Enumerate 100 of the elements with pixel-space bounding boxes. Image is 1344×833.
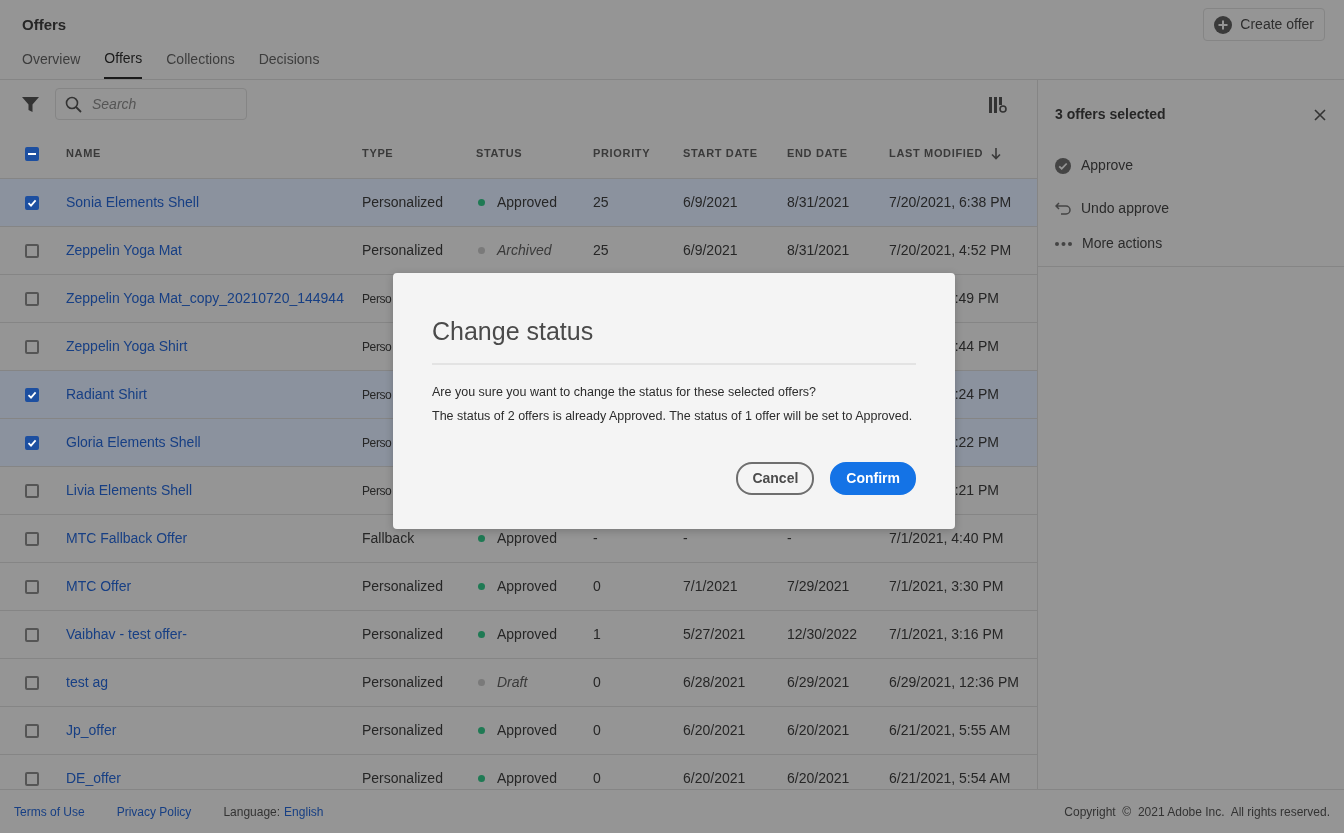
footer-link[interactable]: Privacy Policy: [116, 802, 192, 821]
table-cell: 25: [593, 242, 609, 258]
table-cell: -: [787, 530, 792, 546]
table-cell: 6/20/2021: [683, 770, 746, 786]
table-cell: 6/9/2021: [683, 194, 738, 210]
offer-name-link[interactable]: Zeppelin Yoga Mat_copy_20210720_144944: [66, 290, 344, 306]
table-cell: 7/20/2021, 6:38 PM: [889, 194, 1012, 210]
selection-count: 3 offers selected: [1055, 105, 1166, 124]
action-button[interactable]: More actions: [1055, 233, 1163, 254]
language-label: Language:: [223, 803, 281, 821]
table-cell: Personalized: [362, 194, 443, 210]
table-cell: Personalized: [362, 770, 443, 786]
table-cell: 0: [593, 578, 601, 594]
row-checkbox[interactable]: [25, 675, 39, 690]
table-cell: 8/31/2021: [787, 194, 850, 210]
row-checkbox[interactable]: [25, 723, 39, 738]
table-cell: 5/27/2021: [683, 626, 746, 642]
row-checkbox[interactable]: [25, 483, 39, 498]
tab[interactable]: Decisions: [258, 48, 320, 79]
row-checkbox[interactable]: [25, 291, 39, 306]
tab[interactable]: Collections: [166, 48, 235, 79]
table-cell: :21 PM: [954, 482, 999, 498]
check-circle-icon: [1055, 157, 1071, 174]
row-checkbox[interactable]: [25, 627, 39, 642]
action-button[interactable]: Undo approve: [1055, 198, 1169, 219]
table-cell: -: [593, 530, 598, 546]
table-cell: Personalized: [362, 722, 443, 738]
table-cell: Personalized: [362, 242, 443, 258]
table-cell: 6/20/2021: [787, 770, 850, 786]
table-cell: Perso: [362, 436, 392, 450]
table-cell: Fallback: [362, 530, 415, 546]
status-label: Archived: [497, 241, 552, 260]
column-header[interactable]: PRIORITY: [593, 145, 651, 162]
row-checkbox[interactable]: [25, 339, 39, 354]
column-header[interactable]: END DATE: [787, 145, 848, 162]
row-checkbox[interactable]: [25, 579, 39, 594]
table-cell: 0: [593, 674, 601, 690]
cancel-button[interactable]: Cancel: [736, 462, 815, 495]
footer-link[interactable]: Terms of Use: [14, 802, 85, 821]
column-header[interactable]: START DATE: [683, 145, 758, 162]
table-cell: 7/1/2021: [683, 578, 738, 594]
status-label: Draft: [497, 673, 528, 692]
offer-name-link[interactable]: Vaibhav - test offer-: [66, 626, 187, 642]
status-label: Approved: [497, 769, 557, 788]
table-cell: Perso: [362, 484, 392, 498]
select-all-checkbox[interactable]: [25, 146, 39, 161]
row-checkbox[interactable]: [25, 387, 39, 402]
offer-name-link[interactable]: Radiant Shirt: [66, 386, 147, 402]
column-header[interactable]: NAME: [66, 145, 102, 162]
table-cell: 7/1/2021, 4:40 PM: [889, 530, 1004, 546]
table-cell: 0: [593, 770, 601, 786]
table-cell: 6/21/2021, 5:55 AM: [889, 722, 1011, 738]
language-link[interactable]: English: [284, 802, 324, 821]
status-label: Approved: [497, 625, 557, 644]
table-cell: 6/21/2021, 5:54 AM: [889, 770, 1011, 786]
row-checkbox[interactable]: [25, 771, 39, 786]
offer-name-link[interactable]: Sonia Elements Shell: [66, 194, 200, 210]
offer-name-link[interactable]: DE_offer: [66, 770, 121, 786]
table-cell: 7/1/2021, 3:16 PM: [889, 626, 1004, 642]
table-cell: 6/20/2021: [787, 722, 850, 738]
row-checkbox[interactable]: [25, 243, 39, 258]
tab[interactable]: Overview: [22, 48, 81, 79]
table-cell: 25: [593, 194, 609, 210]
status-label: Approved: [497, 577, 557, 596]
create-offer-button[interactable]: Create offer: [1203, 8, 1325, 41]
tab[interactable]: Offers: [104, 48, 143, 79]
offer-name-link[interactable]: test ag: [66, 674, 109, 690]
row-checkbox[interactable]: [25, 195, 39, 210]
plus-circle-icon: [1214, 15, 1233, 34]
offer-name-link[interactable]: Zeppelin Yoga Mat: [66, 242, 182, 258]
table-cell: 1: [593, 626, 601, 642]
offer-name-link[interactable]: Gloria Elements Shell: [66, 434, 201, 450]
table-cell: 6/29/2021: [787, 674, 850, 690]
search-icon: [65, 96, 82, 113]
table-cell: Perso: [362, 292, 392, 306]
table-cell: 12/30/2022: [787, 626, 858, 642]
offer-name-link[interactable]: MTC Offer: [66, 578, 132, 594]
search-field[interactable]: Search: [55, 88, 247, 120]
confirm-button[interactable]: Confirm: [830, 462, 916, 495]
table-cell: 6/29/2021, 12:36 PM: [889, 674, 1019, 690]
table-cell: 7/20/2021, 4:52 PM: [889, 242, 1012, 258]
table-cell: :22 PM: [954, 434, 999, 450]
row-checkbox[interactable]: [25, 531, 39, 546]
row-checkbox[interactable]: [25, 435, 39, 450]
column-header[interactable]: STATUS: [476, 145, 523, 162]
column-header[interactable]: LAST MODIFIED: [889, 145, 984, 162]
status-label: Approved: [497, 193, 557, 212]
column-header[interactable]: TYPE: [362, 145, 394, 162]
table-cell: Perso: [362, 340, 392, 354]
offer-name-link[interactable]: MTC Fallback Offer: [66, 530, 188, 546]
offer-name-link[interactable]: Zeppelin Yoga Shirt: [66, 338, 188, 354]
table-cell: -: [683, 530, 688, 546]
offer-name-link[interactable]: Jp_offer: [66, 722, 117, 738]
table-cell: Personalized: [362, 674, 443, 690]
action-button[interactable]: Approve: [1055, 155, 1134, 176]
table-cell: 6/28/2021: [683, 674, 746, 690]
offer-name-link[interactable]: Livia Elements Shell: [66, 482, 193, 498]
sort-arrow-icon[interactable]: [991, 145, 1002, 162]
dialog-text: Are you sure you want to change the status for these selected offers?: [432, 383, 818, 401]
page-title: Offers: [22, 15, 67, 35]
